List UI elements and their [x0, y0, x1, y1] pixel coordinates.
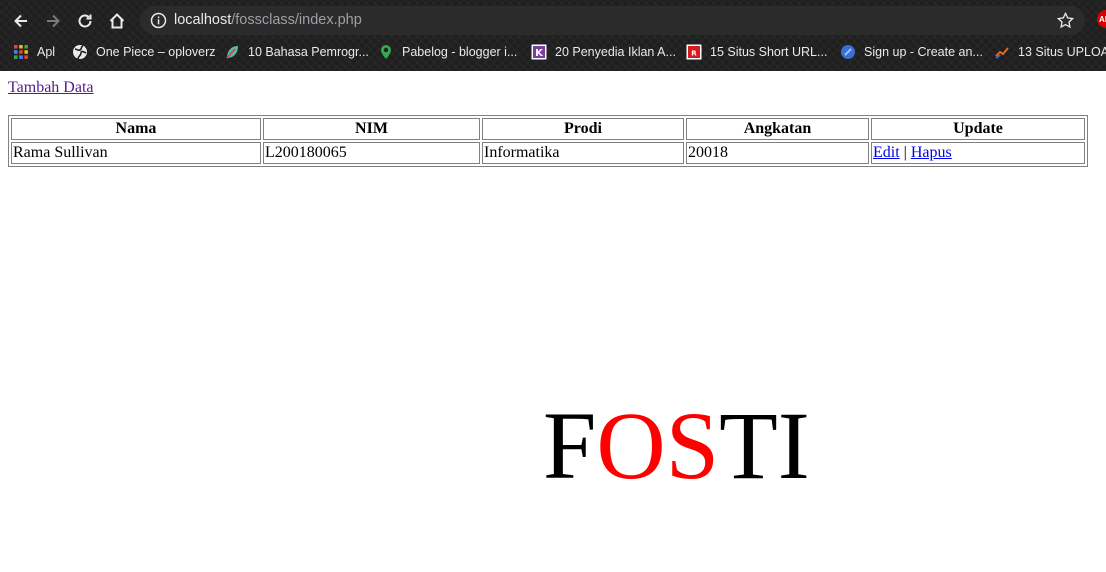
bookmark-label: 20 Penyedia Iklan A...	[555, 45, 676, 59]
bookmark-label: 13 Situs UPLOAD	[1018, 45, 1106, 59]
bookmark-label: 10 Bahasa Pemrogr...	[248, 45, 369, 59]
bookmarks-bar: Apl One Piece – oploverz 10 Bahasa Pemro…	[0, 40, 1106, 64]
add-data-link[interactable]: Tambah Data	[8, 79, 94, 97]
bookmark-item[interactable]: K 20 Penyedia Iklan A...	[531, 42, 676, 62]
bookmark-item[interactable]: 13 Situs UPLOAD	[994, 42, 1106, 62]
bookmark-label: Apl	[37, 45, 56, 59]
url-text[interactable]: localhost/fossclass/index.php	[174, 12, 362, 28]
extension-badge[interactable]: AB	[1097, 10, 1106, 28]
edit-link[interactable]: Edit	[873, 144, 900, 161]
info-icon[interactable]	[150, 12, 167, 29]
column-header-angkatan: Angkatan	[686, 118, 869, 140]
logo-part-ti: TI	[719, 392, 810, 499]
forward-button[interactable]	[40, 8, 66, 34]
table-row: Rama Sullivan L200180065 Informatika 200…	[11, 142, 1085, 164]
logo-part-f: F	[543, 392, 597, 499]
column-header-nama: Nama	[11, 118, 261, 140]
bookmark-label: 15 Situs Short URL...	[710, 45, 828, 59]
column-header-nim: NIM	[263, 118, 480, 140]
cell-nama: Rama Sullivan	[11, 142, 261, 164]
back-button[interactable]	[8, 8, 34, 34]
cell-prodi: Informatika	[482, 142, 684, 164]
address-bar[interactable]: localhost/fossclass/index.php	[140, 6, 1085, 35]
home-icon	[109, 13, 125, 29]
data-table: Nama NIM Prodi Angkatan Update Rama Sull…	[8, 115, 1088, 167]
bookmark-item[interactable]: Apl	[13, 42, 55, 62]
cell-nim: L200180065	[263, 142, 480, 164]
rb-logo-icon: R	[686, 44, 702, 60]
logo-part-os: OS	[596, 392, 720, 499]
bookmark-label: One Piece – oploverz	[96, 45, 216, 59]
k-logo-icon: K	[531, 44, 547, 60]
page-content: Tambah Data Nama NIM Prodi Angkatan Upda…	[0, 71, 1106, 572]
svg-text:R: R	[691, 50, 697, 58]
arrow-right-icon	[47, 14, 60, 28]
bookmark-item[interactable]: One Piece – oploverz	[72, 42, 216, 62]
bookmark-item[interactable]: R 15 Situs Short URL...	[686, 42, 827, 62]
blue-circle-icon	[841, 45, 855, 59]
delete-link[interactable]: Hapus	[911, 144, 952, 161]
apps-grid-icon	[14, 45, 28, 59]
bookmark-item[interactable]: 10 Bahasa Pemrogr...	[224, 42, 369, 62]
arrow-left-icon	[14, 14, 27, 28]
reload-icon	[78, 14, 92, 28]
bookmark-item[interactable]: Sign up - Create an...	[840, 42, 983, 62]
chart-icon	[995, 47, 1009, 59]
svg-text:K: K	[535, 48, 544, 59]
bookmark-label: Sign up - Create an...	[864, 45, 983, 59]
fosti-logo: FOSTI	[543, 398, 810, 494]
column-header-update: Update	[871, 118, 1085, 140]
browser-chrome: localhost/fossclass/index.php AB Apl One…	[0, 0, 1106, 71]
reload-button[interactable]	[72, 8, 98, 34]
cell-angkatan: 20018	[686, 142, 869, 164]
url-host: localhost	[174, 12, 232, 28]
table-header-row: Nama NIM Prodi Angkatan Update	[11, 118, 1085, 140]
location-pin-icon	[381, 45, 391, 59]
bookmark-label: Pabelog - blogger i...	[402, 45, 518, 59]
home-button[interactable]	[104, 8, 130, 34]
cell-update: Edit | Hapus	[871, 142, 1085, 164]
bookmark-item[interactable]: Pabelog - blogger i...	[378, 42, 517, 62]
url-path: /fossclass/index.php	[231, 12, 362, 28]
link-separator: |	[903, 144, 907, 161]
star-icon[interactable]	[1056, 11, 1075, 30]
leaf-icon	[226, 46, 238, 59]
column-header-prodi: Prodi	[482, 118, 684, 140]
globe-icon	[73, 45, 87, 60]
